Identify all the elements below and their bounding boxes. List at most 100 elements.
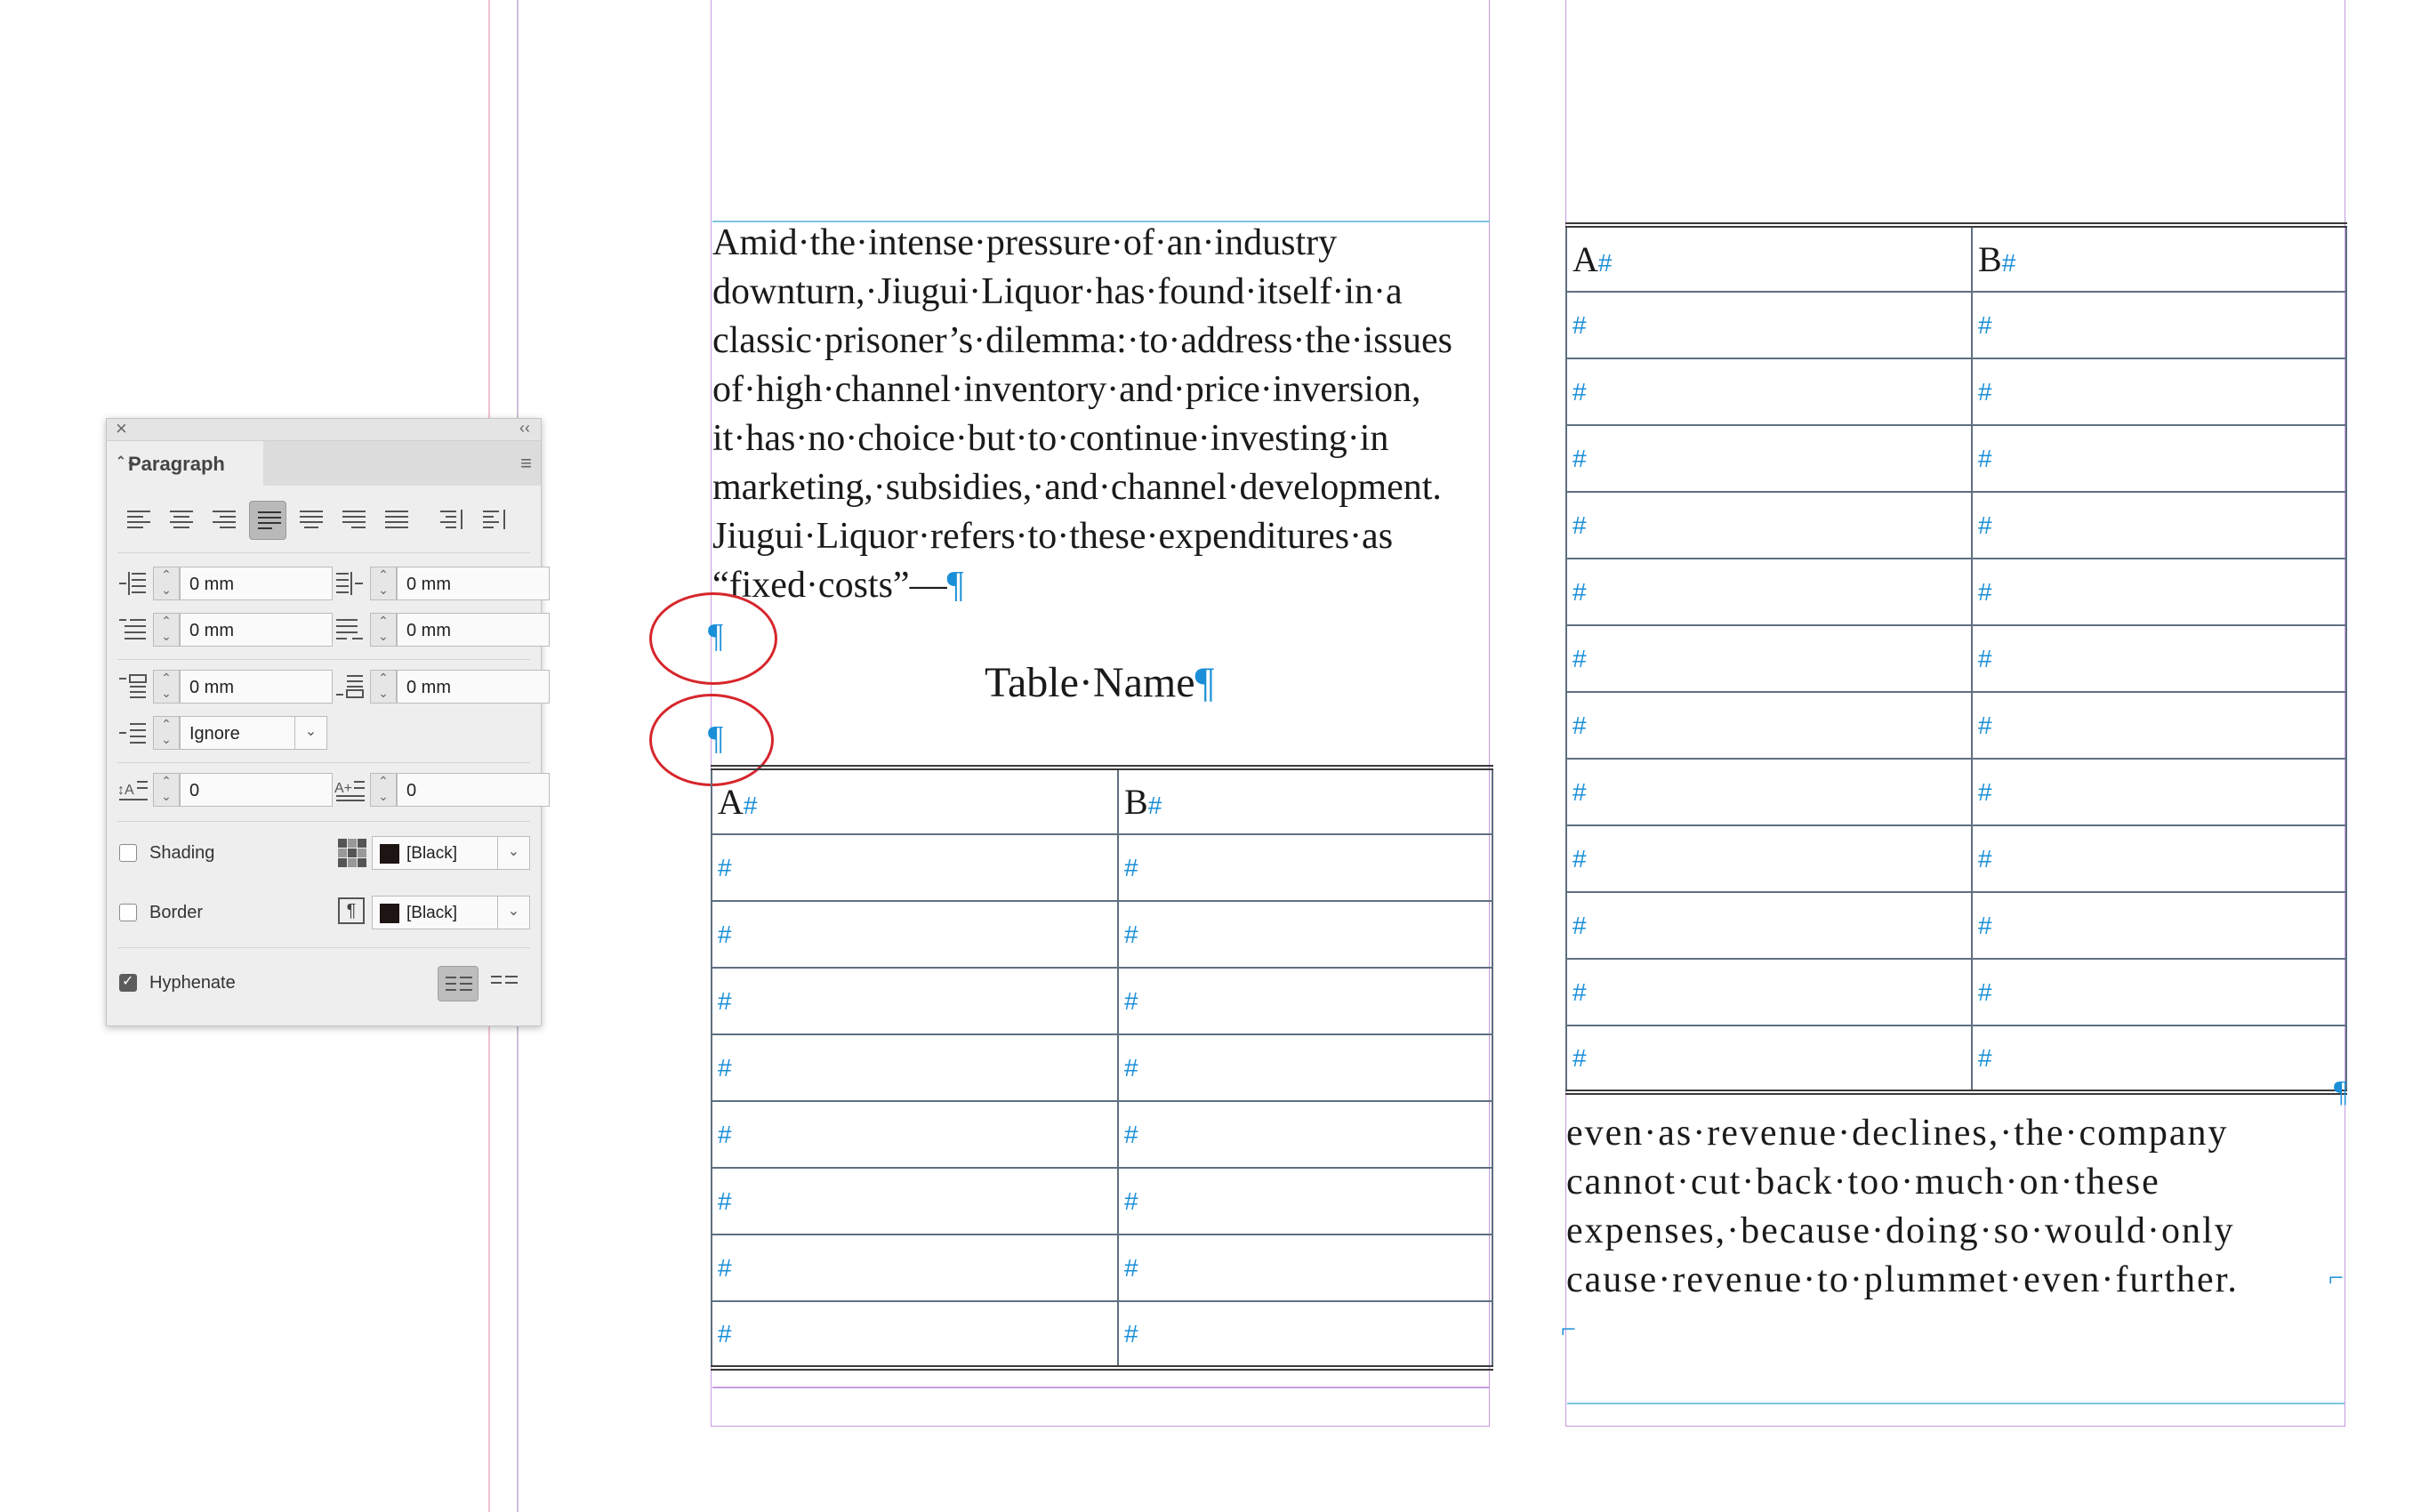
table-cell[interactable]: # <box>1971 824 2347 893</box>
left-body-text[interactable]: Amid·the·intense·pressure·of·an·industry… <box>712 219 1490 561</box>
align-to-grid-stepper[interactable]: ⌃ ⌄ <box>153 716 180 750</box>
table-header-cell[interactable]: A# <box>1565 222 1973 293</box>
table-cell[interactable]: # <box>1565 824 1973 893</box>
close-icon[interactable]: × <box>116 417 127 440</box>
table-cell[interactable]: # <box>1971 958 2347 1026</box>
justify-left-button[interactable] <box>249 501 286 540</box>
table-cell[interactable]: # <box>711 1167 1119 1235</box>
space-before-stepper[interactable]: ⌃ ⌄ <box>153 670 180 704</box>
table-cell[interactable]: # <box>1971 358 2347 426</box>
last-line-indent-stepper[interactable]: ⌃ ⌄ <box>370 613 397 647</box>
table-cell[interactable]: # <box>1117 833 1493 902</box>
right-body-text[interactable]: even·as·revenue·declines,·the·company ca… <box>1566 1109 2341 1256</box>
table-cell[interactable]: # <box>711 967 1119 1035</box>
table-cell[interactable]: # <box>1117 900 1493 969</box>
shading-settings-icon[interactable] <box>338 839 366 867</box>
space-after-input[interactable]: 0 mm <box>397 670 550 704</box>
table-cell[interactable]: # <box>1971 758 2347 826</box>
table-cell[interactable]: # <box>711 1033 1119 1102</box>
table-header-cell[interactable]: B# <box>1971 222 2347 293</box>
table-cell[interactable]: # <box>1565 291 1973 359</box>
align-to-grid-value[interactable]: Ignore <box>180 716 295 750</box>
align-left-button[interactable] <box>119 501 157 540</box>
table-cell[interactable]: # <box>1117 1100 1493 1169</box>
table-cell[interactable]: # <box>1971 491 2347 559</box>
table-cell[interactable]: # <box>1971 624 2347 693</box>
table-cell[interactable]: # <box>1971 1025 2347 1095</box>
table-cell[interactable]: # <box>1565 691 1973 760</box>
space-after-stepper[interactable]: ⌃ ⌄ <box>370 670 397 704</box>
cell-end-mark: # <box>1978 711 1992 739</box>
justify-right-button[interactable] <box>334 501 372 540</box>
table-cell[interactable]: # <box>1971 424 2347 493</box>
table-cell[interactable]: # <box>1565 758 1973 826</box>
table-cell[interactable]: # <box>1565 558 1973 626</box>
single-line-composer-button[interactable] <box>438 966 479 1001</box>
dropcap-chars-stepper[interactable]: ⌃ ⌄ <box>370 773 397 807</box>
table-cell[interactable]: # <box>1971 691 2347 760</box>
border-settings-icon[interactable]: ¶ <box>338 897 365 924</box>
hyphenate-checkbox[interactable] <box>119 972 137 992</box>
border-color-select[interactable]: [Black] ⌄ <box>372 896 530 929</box>
align-away-spine-button[interactable] <box>475 501 512 540</box>
table-cell[interactable]: # <box>1565 491 1973 559</box>
table-cell[interactable]: # <box>711 1234 1119 1302</box>
table-cell[interactable]: # <box>1971 558 2347 626</box>
dropcap-chars-input[interactable]: 0 <box>397 773 550 807</box>
align-towards-spine-button[interactable] <box>432 501 470 540</box>
align-right-button[interactable] <box>205 501 242 540</box>
justify-right-icon <box>342 511 366 528</box>
chevron-down-icon[interactable]: ⌄ <box>295 716 327 750</box>
right-indent-input[interactable]: 0 mm <box>397 567 550 600</box>
table-name[interactable]: Table·Name¶ <box>985 658 1214 707</box>
space-before-input[interactable]: 0 mm <box>180 670 333 704</box>
table-cell[interactable]: # <box>1565 958 1973 1026</box>
panel-titlebar[interactable]: × ‹‹ <box>107 417 541 441</box>
tab-paragraph[interactable]: ⌃⌄ Paragraph <box>107 441 263 486</box>
chevron-down-icon[interactable]: ⌄ <box>497 897 529 929</box>
align-away-spine-icon <box>483 510 505 529</box>
cell-end-mark: # <box>1572 777 1587 806</box>
table-cell[interactable]: # <box>1117 1167 1493 1235</box>
panel-menu-icon[interactable]: ≡ <box>520 452 532 475</box>
table-cell[interactable]: # <box>1565 358 1973 426</box>
table-cell[interactable]: # <box>1565 1025 1973 1095</box>
justify-center-button[interactable] <box>292 501 329 540</box>
header-text: A <box>1572 239 1598 279</box>
table-cell[interactable]: # <box>711 1100 1119 1169</box>
paragraph-composer-icon[interactable] <box>491 974 518 992</box>
first-line-indent-input[interactable]: 0 mm <box>180 613 333 647</box>
table-cell[interactable]: # <box>1565 424 1973 493</box>
collapse-icon[interactable]: ‹‹ <box>519 419 530 438</box>
table-cell[interactable]: # <box>1971 291 2347 359</box>
left-indent-input[interactable]: 0 mm <box>180 567 333 600</box>
table-cell[interactable]: # <box>1971 891 2347 960</box>
chevron-down-icon[interactable]: ⌄ <box>497 837 529 869</box>
shading-checkbox[interactable] <box>119 844 137 862</box>
table-cell[interactable]: # <box>711 833 1119 902</box>
right-indent-stepper[interactable]: ⌃ ⌄ <box>370 567 397 600</box>
last-line-indent-input[interactable]: 0 mm <box>397 613 550 647</box>
dropcap-lines-stepper[interactable]: ⌃ ⌄ <box>153 773 180 807</box>
dropcap-lines-input[interactable]: 0 <box>180 773 333 807</box>
table-header-cell[interactable]: B# <box>1117 765 1493 835</box>
table-header-cell[interactable]: A# <box>711 765 1119 835</box>
justify-all-button[interactable] <box>377 501 414 540</box>
left-table[interactable]: A# B# # # # # # # # # # # # # # # # # <box>711 765 1493 1371</box>
table-cell[interactable]: # <box>1117 1234 1493 1302</box>
table-cell[interactable]: # <box>1565 891 1973 960</box>
paragraph-panel[interactable]: × ‹‹ ⌃⌄ Paragraph ≡ ⌃ ⌄ 0 mm ⌃ ⌄ 0 mm ⌃ … <box>106 417 550 1026</box>
border-checkbox[interactable] <box>119 904 137 921</box>
table-row: # # <box>1565 891 2347 960</box>
shading-color-select[interactable]: [Black] ⌄ <box>372 836 530 870</box>
table-cell[interactable]: # <box>711 900 1119 969</box>
table-cell[interactable]: # <box>711 1300 1119 1371</box>
table-cell[interactable]: # <box>1117 1300 1493 1371</box>
align-center-button[interactable] <box>162 501 199 540</box>
table-cell[interactable]: # <box>1117 1033 1493 1102</box>
right-table[interactable]: A# B# # # # # # # # # # # # # # # # # # # # # # # # # <box>1565 222 2347 1095</box>
left-indent-stepper[interactable]: ⌃ ⌄ <box>153 567 180 600</box>
table-cell[interactable]: # <box>1117 967 1493 1035</box>
table-cell[interactable]: # <box>1565 624 1973 693</box>
first-line-indent-stepper[interactable]: ⌃ ⌄ <box>153 613 180 647</box>
